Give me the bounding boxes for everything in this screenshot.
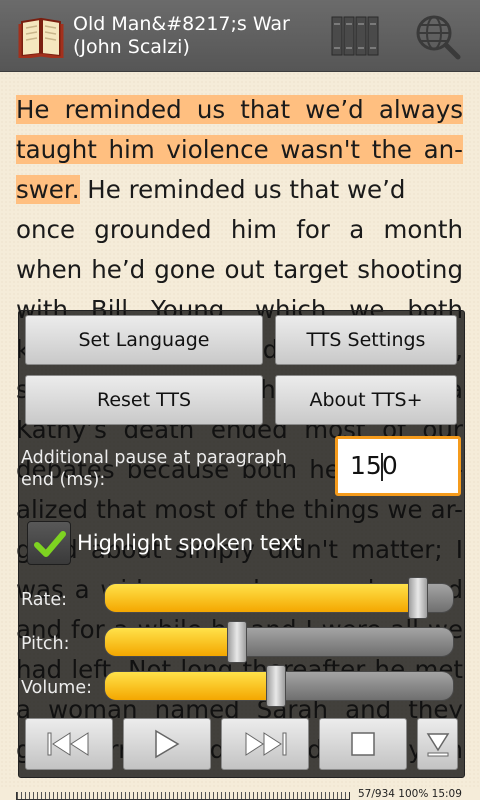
next-icon xyxy=(245,732,287,756)
collapse-button[interactable] xyxy=(417,718,458,770)
about-tts-button[interactable]: About TTS+ xyxy=(275,375,457,425)
previous-icon xyxy=(47,732,89,756)
pause-input-value-tail: 0 xyxy=(381,451,398,480)
play-button[interactable] xyxy=(123,718,211,770)
slider-rate[interactable] xyxy=(104,577,454,619)
slider-label-volume: Volume: xyxy=(21,678,92,698)
reader-line: once grounded him for a month xyxy=(16,215,463,244)
highlight-label: Highlight spoken text xyxy=(77,531,302,555)
reader-line: when he’d gone out target shooting xyxy=(16,255,463,284)
spoken-highlight: He reminded us that we’d always xyxy=(16,95,463,124)
pause-input-value: 150 xyxy=(350,451,398,480)
book-title: Old Man&#8217;s War (John Scalzi) xyxy=(73,13,323,59)
library-icon[interactable] xyxy=(330,14,380,58)
pause-input[interactable]: 150 xyxy=(335,436,461,496)
collapse-icon xyxy=(426,733,449,757)
globe-search-icon[interactable] xyxy=(414,13,462,61)
stop-button[interactable] xyxy=(319,718,407,770)
tts-settings-button[interactable]: TTS Settings xyxy=(275,315,457,365)
checkmark-icon xyxy=(34,531,66,557)
spoken-highlight: taught him violence wasn't the an- xyxy=(16,135,463,164)
slider-thumb[interactable] xyxy=(408,577,428,619)
previous-button[interactable] xyxy=(25,718,113,770)
progress-fill xyxy=(17,792,349,800)
slider-pitch[interactable] xyxy=(104,621,454,663)
stop-icon xyxy=(351,732,375,756)
highlight-checkbox[interactable] xyxy=(27,521,71,565)
reset-tts-button[interactable]: Reset TTS xyxy=(25,375,263,425)
status-text: 57/934 100% 15:09 xyxy=(358,788,462,800)
book-icon[interactable] xyxy=(18,14,64,58)
title-bar: Old Man&#8217;s War (John Scalzi) xyxy=(0,0,480,72)
slider-label-rate: Rate: xyxy=(21,590,68,610)
reader-line: He reminded us that we’d always xyxy=(16,90,463,130)
reader-line-text: He reminded us that we’d xyxy=(79,175,406,204)
reader-line: swer. He reminded us that we’d xyxy=(16,170,463,210)
set-language-button[interactable]: Set Language xyxy=(25,315,263,365)
playback-bar xyxy=(25,718,458,770)
spoken-highlight: swer. xyxy=(16,175,80,204)
slider-volume[interactable] xyxy=(104,665,454,707)
progress-ruler[interactable] xyxy=(16,792,350,800)
slider-fill xyxy=(105,628,237,656)
pause-input-value-head: 15 xyxy=(350,451,382,480)
book-title-line2: (John Scalzi) xyxy=(73,36,190,58)
text-caret xyxy=(381,453,383,481)
status-strip: 57/934 100% 15:09 xyxy=(0,788,480,800)
pause-label: Additional pause at paragraph end (ms): xyxy=(21,448,287,490)
reader-line: taught him violence wasn't the an- xyxy=(16,130,463,170)
next-button[interactable] xyxy=(221,718,309,770)
slider-fill xyxy=(105,584,418,612)
slider-fill xyxy=(105,672,276,700)
slider-thumb[interactable] xyxy=(266,665,286,707)
slider-thumb[interactable] xyxy=(227,621,247,663)
slider-label-pitch: Pitch: xyxy=(21,634,70,654)
play-icon xyxy=(155,729,180,759)
tts-panel: Set Language TTS Settings Reset TTS Abou… xyxy=(18,310,465,778)
book-title-line1: Old Man&#8217;s War xyxy=(73,13,290,35)
